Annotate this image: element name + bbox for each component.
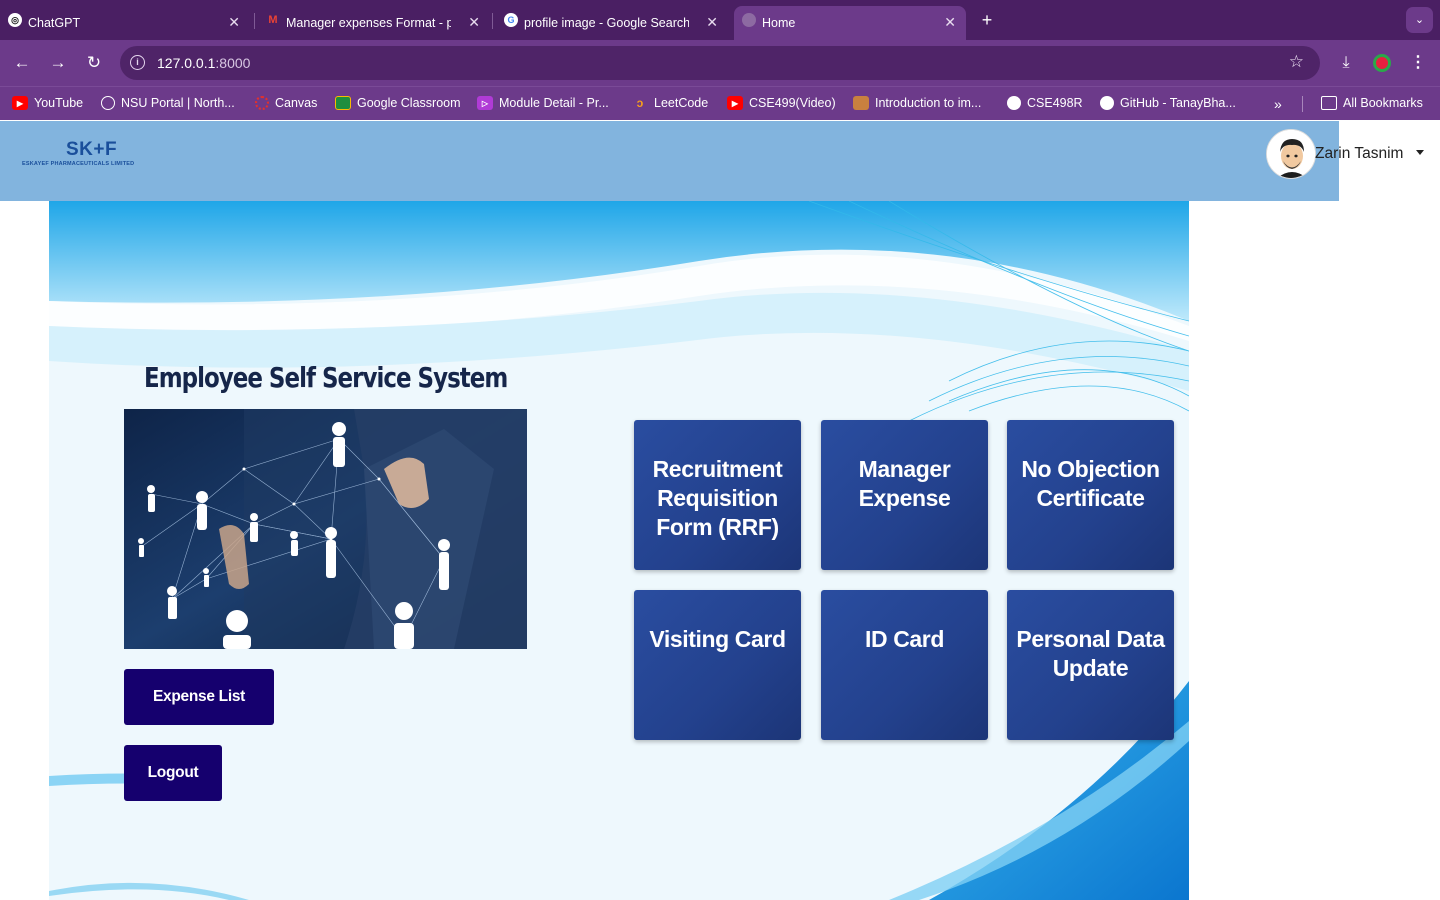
new-tab-button[interactable]: + — [976, 9, 998, 31]
profile-icon[interactable] — [1373, 54, 1391, 72]
all-bookmarks[interactable]: All Bookmarks — [1321, 96, 1423, 110]
expense-list-button[interactable]: Expense List — [124, 669, 274, 725]
bookmark-cse498r[interactable]: CSE498R — [1007, 96, 1083, 110]
browser-toolbar: ← → ↻ i 127.0.0.1:8000 ☆ ⤓ ⋮ — [0, 40, 1440, 86]
tab-title: profile image - Google Search — [524, 16, 689, 30]
tile-id-card[interactable]: ID Card — [821, 590, 988, 740]
bookmark-module-detail[interactable]: ▷ Module Detail - Pr... — [477, 96, 609, 110]
bookmark-google-classroom[interactable]: Google Classroom — [335, 96, 461, 110]
menu-icon[interactable]: ⋮ — [1405, 50, 1431, 76]
close-icon[interactable]: ✕ — [468, 14, 480, 31]
module-icon: ▷ — [477, 96, 493, 110]
youtube-icon: ▶ — [727, 96, 743, 110]
bookmark-youtube[interactable]: ▶ YouTube — [12, 96, 83, 110]
bookmark-star-icon[interactable]: ☆ — [1289, 52, 1304, 72]
portrait-icon — [853, 96, 869, 110]
chevron-down-icon[interactable] — [1416, 150, 1424, 155]
page-title: Employee Self Service System — [144, 361, 508, 394]
tab-profile-image[interactable]: G profile image - Google Search ✕ — [496, 6, 728, 40]
tile-personal-data-update[interactable]: Personal Data Update — [1007, 590, 1174, 740]
tab-search-button[interactable]: ⌄ — [1406, 7, 1433, 33]
bookmark-github-tanay[interactable]: GitHub - TanayBha... — [1100, 96, 1236, 110]
back-button[interactable]: ← — [9, 50, 35, 76]
download-icon[interactable]: ⤓ — [1333, 50, 1359, 76]
google-icon: G — [504, 13, 518, 27]
classroom-icon — [335, 96, 351, 110]
youtube-icon: ▶ — [12, 96, 28, 110]
github-icon — [1100, 96, 1114, 110]
close-icon[interactable]: ✕ — [706, 14, 718, 31]
chatgpt-icon: ◎ — [8, 13, 22, 27]
tab-title: ChatGPT — [28, 16, 81, 30]
user-name[interactable]: Zarin Tasnim — [1315, 145, 1403, 163]
tab-home[interactable]: Home ✕ — [734, 6, 966, 40]
folder-icon — [1321, 96, 1337, 110]
tile-manager-expense[interactable]: Manager Expense — [821, 420, 988, 570]
tile-visiting-card[interactable]: Visiting Card — [634, 590, 801, 740]
tab-title: Home — [762, 16, 796, 30]
globe-icon — [742, 13, 756, 27]
tile-recruitment-requisition-form[interactable]: Recruitment Requisition Form (RRF) — [634, 420, 801, 570]
site-header: SK+F ESKAYEF PHARMACEUTICALS LIMITED — [0, 121, 1339, 201]
avatar-face-icon — [1267, 130, 1315, 178]
bookmark-cse499-video[interactable]: ▶ CSE499(Video) — [727, 96, 836, 110]
bookmark-leetcode[interactable]: ↄ LeetCode — [632, 96, 709, 110]
logo-mark: SK+F — [66, 139, 118, 160]
tab-chatgpt[interactable]: ◎ ChatGPT ✕ — [0, 6, 250, 40]
close-icon[interactable]: ✕ — [944, 14, 956, 31]
bookmark-introduction[interactable]: Introduction to im... — [853, 96, 981, 110]
url-text: 127.0.0.1:8000 — [157, 55, 251, 71]
bookmarks-divider — [1302, 96, 1303, 112]
bookmark-nsu-portal[interactable]: NSU Portal | North... — [101, 96, 235, 110]
avatar[interactable] — [1266, 129, 1316, 179]
more-bookmarks-icon[interactable]: » — [1274, 96, 1282, 112]
github-icon — [1007, 96, 1021, 110]
tab-manager-expenses[interactable]: M Manager expenses Format - p ✕ — [258, 6, 490, 40]
tab-divider — [492, 13, 493, 29]
reload-button[interactable]: ↻ — [81, 50, 107, 76]
forward-button[interactable]: → — [45, 50, 71, 76]
bookmark-canvas[interactable]: Canvas — [255, 96, 317, 110]
canvas-icon — [255, 96, 269, 110]
hero-section: Employee Self Service System Expense Lis… — [49, 201, 1189, 900]
logout-button[interactable]: Logout — [124, 745, 222, 801]
gmail-icon: M — [268, 14, 278, 26]
tab-divider — [254, 13, 255, 29]
globe-icon — [101, 96, 115, 110]
logo-company-name: ESKAYEF PHARMACEUTICALS LIMITED — [22, 161, 135, 167]
address-bar[interactable]: i 127.0.0.1:8000 ☆ — [120, 46, 1320, 80]
tile-no-objection-certificate[interactable]: No Objection Certificate — [1007, 420, 1174, 570]
tab-title: Manager expenses Format - p — [286, 16, 451, 30]
network-people-image — [124, 409, 527, 649]
close-icon[interactable]: ✕ — [228, 14, 240, 31]
site-info-icon[interactable]: i — [130, 55, 145, 70]
bookmarks-bar: ▶ YouTube NSU Portal | North... Canvas Go… — [0, 86, 1440, 120]
browser-tabstrip: ◎ ChatGPT ✕ M Manager expenses Format - … — [0, 0, 1440, 40]
leetcode-icon: ↄ — [636, 96, 644, 110]
company-logo[interactable]: SK+F ESKAYEF PHARMACEUTICALS LIMITED — [22, 139, 162, 169]
